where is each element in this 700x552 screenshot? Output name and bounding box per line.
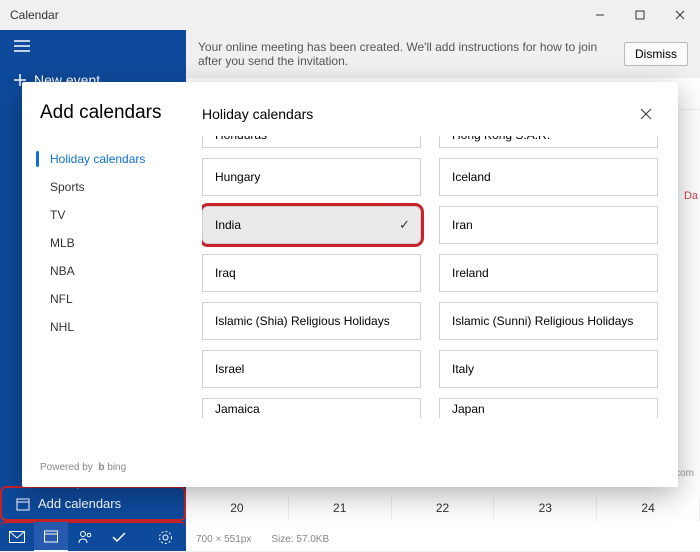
day-header: 24 [597, 497, 700, 521]
day-header-row: 20 21 22 23 24 [186, 497, 700, 521]
notice-bar: Your online meeting has been created. We… [186, 30, 700, 78]
titlebar: Calendar [0, 0, 700, 30]
holiday-tile-iran[interactable]: Iran [439, 206, 658, 244]
holiday-tile-jamaica[interactable]: Jamaica [202, 398, 421, 418]
holiday-tile-israel[interactable]: Israel [202, 350, 421, 388]
holiday-tile-ireland[interactable]: Ireland [439, 254, 658, 292]
add-calendars-label: Add calendars [38, 496, 121, 511]
holiday-tile-iceland[interactable]: Iceland [439, 158, 658, 196]
bing-logo: b [98, 462, 104, 473]
day-header: 21 [289, 497, 392, 521]
category-mlb[interactable]: MLB [40, 230, 184, 256]
side-badge: Da [684, 190, 698, 202]
dialog-title: Add calendars [40, 102, 184, 124]
mail-icon [9, 531, 25, 543]
maximize-icon [635, 10, 645, 20]
category-nhl[interactable]: NHL [40, 314, 184, 340]
holiday-tile-islamic-shia-religious-holidays[interactable]: Islamic (Shia) Religious Holidays [202, 302, 421, 340]
dialog-close-button[interactable] [634, 102, 658, 126]
calendar-icon [44, 529, 58, 543]
category-sports[interactable]: Sports [40, 174, 184, 200]
hamburger-icon [14, 40, 30, 52]
holiday-tile-hong-kong-s-a-r-[interactable]: Hong Kong S.A.R. [439, 136, 658, 148]
check-icon: ✓ [399, 217, 410, 233]
minimize-button[interactable] [580, 0, 620, 30]
window-title: Calendar [0, 8, 580, 22]
close-button[interactable] [660, 0, 700, 30]
category-nba[interactable]: NBA [40, 258, 184, 284]
holiday-tile-iraq[interactable]: Iraq [202, 254, 421, 292]
dismiss-button[interactable]: Dismiss [624, 42, 688, 66]
day-header: 20 [186, 497, 289, 521]
holiday-tile-india[interactable]: India✓ [202, 206, 421, 244]
people-icon [78, 530, 93, 544]
dialog-sidebar: Add calendars Holiday calendarsSportsTVM… [22, 82, 202, 487]
nav-settings[interactable] [148, 522, 182, 552]
category-holiday-calendars[interactable]: Holiday calendars [40, 146, 184, 172]
nav-calendar[interactable] [34, 522, 68, 552]
category-tv[interactable]: TV [40, 202, 184, 228]
nav-people[interactable] [68, 522, 102, 552]
holiday-grid: Honduras Hong Kong S.A.R. Hungary Iceland In… [202, 136, 658, 477]
holiday-tile-honduras[interactable]: Honduras [202, 136, 421, 148]
holiday-tile-japan[interactable]: Japan [439, 398, 658, 418]
calendar-add-icon [16, 497, 30, 511]
close-icon [640, 108, 652, 120]
dialog-content: Holiday calendars Honduras Hong Kong S.A.… [202, 82, 678, 487]
powered-by: Powered by b bing [40, 462, 184, 477]
close-icon [675, 10, 685, 20]
add-calendars-dialog: Add calendars Holiday calendarsSportsTVM… [22, 82, 678, 487]
section-title: Holiday calendars [202, 106, 634, 122]
day-header: 22 [392, 497, 495, 521]
todo-icon [112, 531, 126, 543]
notice-text: Your online meeting has been created. We… [198, 40, 614, 68]
gear-icon [158, 530, 173, 545]
size-label: Size: 57.0KB [271, 534, 329, 545]
maximize-button[interactable] [620, 0, 660, 30]
nav-mail[interactable] [0, 522, 34, 552]
category-nfl[interactable]: NFL [40, 286, 184, 312]
add-calendars-button[interactable]: Add calendars [0, 486, 186, 521]
holiday-tile-italy[interactable]: Italy [439, 350, 658, 388]
holiday-tile-islamic-sunni-religious-holidays[interactable]: Islamic (Sunni) Religious Holidays [439, 302, 658, 340]
day-header: 23 [494, 497, 597, 521]
minimize-icon [595, 10, 605, 20]
app-navbar [0, 521, 186, 551]
nav-todo[interactable] [102, 522, 136, 552]
holiday-tile-hungary[interactable]: Hungary [202, 158, 421, 196]
category-list: Holiday calendarsSportsTVMLBNBANFLNHL [40, 146, 184, 340]
footer-status: 700 × 551px Size: 57.0KB [196, 534, 329, 545]
hamburger-button[interactable] [0, 30, 186, 62]
dimensions-label: 700 × 551px [196, 534, 251, 545]
